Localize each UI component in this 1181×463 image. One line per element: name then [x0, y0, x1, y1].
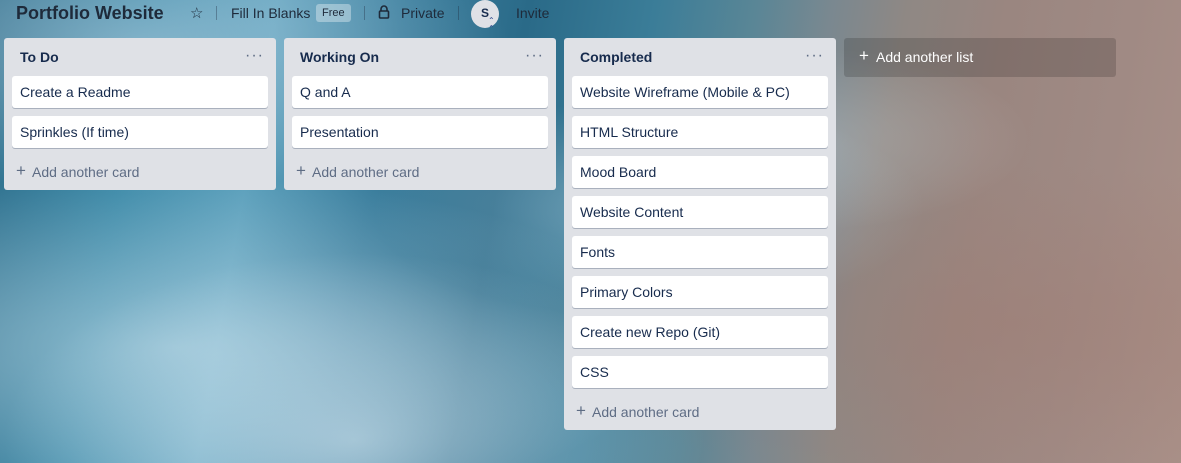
invite-button[interactable]: Invite [516, 5, 549, 21]
add-card-button[interactable]: + Add another card [4, 154, 276, 190]
card[interactable]: Create a Readme [12, 76, 268, 108]
list-title[interactable]: Completed [580, 49, 652, 65]
team-name[interactable]: Fill In Blanks [231, 5, 310, 21]
card[interactable]: Primary Colors [572, 276, 828, 308]
card-title: Sprinkles (If time) [20, 124, 129, 140]
board-header: Portfolio Website ☆ Fill In Blanks Free … [0, 0, 1181, 33]
card-title: CSS [580, 364, 609, 380]
list-title[interactable]: Working On [300, 49, 379, 65]
card-title: Fonts [580, 244, 616, 260]
avatar[interactable]: S [471, 0, 499, 28]
list-to-do: To Do ··· Create a Readme Sprinkles (If tim… [4, 38, 276, 190]
header-divider [458, 6, 459, 20]
list-title[interactable]: To Do [20, 49, 59, 65]
plus-icon: + [296, 161, 306, 180]
star-icon[interactable]: ☆ [190, 4, 203, 22]
more-icon[interactable]: ··· [245, 47, 264, 65]
card[interactable]: Q and A [292, 76, 548, 108]
card-title: HTML Structure [580, 124, 679, 140]
card[interactable]: HTML Structure [572, 116, 828, 148]
add-card-label: Add another card [592, 404, 700, 420]
add-list-button[interactable]: + Add another list [844, 38, 1116, 77]
card[interactable]: Website Content [572, 196, 828, 228]
list-header: Completed ··· [564, 38, 836, 76]
list-working-on: Working On ··· Q and A Presentation + Add ano… [284, 38, 556, 190]
header-divider [216, 6, 217, 20]
list-header: Working On ··· [284, 38, 556, 76]
add-card-button[interactable]: + Add another card [284, 154, 556, 190]
card[interactable]: Presentation [292, 116, 548, 148]
visibility-button[interactable]: Private [401, 5, 445, 21]
card-title: Presentation [300, 124, 379, 140]
header-divider [364, 6, 365, 20]
card[interactable]: Sprinkles (If time) [12, 116, 268, 148]
list-completed: Completed ··· Website Wireframe (Mobile & … [564, 38, 836, 430]
list-header: To Do ··· [4, 38, 276, 76]
card[interactable]: Mood Board [572, 156, 828, 188]
board-title[interactable]: Portfolio Website [16, 3, 164, 24]
add-list-label: Add another list [876, 49, 974, 65]
lock-icon [378, 5, 390, 19]
card-title: Create new Repo (Git) [580, 324, 721, 340]
plus-icon: + [16, 161, 26, 180]
more-icon[interactable]: ··· [805, 47, 824, 65]
add-card-button[interactable]: + Add another card [564, 394, 836, 430]
card[interactable]: Fonts [572, 236, 828, 268]
card-title: Website Content [580, 204, 684, 220]
card-title: Mood Board [580, 164, 657, 180]
more-icon[interactable]: ··· [525, 47, 544, 65]
card-title: Q and A [300, 84, 351, 100]
card-title: Website Wireframe (Mobile & PC) [580, 84, 790, 100]
card[interactable]: Create new Repo (Git) [572, 316, 828, 348]
plus-icon: + [576, 401, 586, 420]
card[interactable]: CSS [572, 356, 828, 388]
chevron-up-icon: ⌃ ⌃ [488, 16, 495, 33]
card-title: Primary Colors [580, 284, 673, 300]
card[interactable]: Website Wireframe (Mobile & PC) [572, 76, 828, 108]
team-plan-badge: Free [316, 4, 351, 22]
add-card-label: Add another card [312, 164, 420, 180]
add-card-label: Add another card [32, 164, 140, 180]
card-title: Create a Readme [20, 84, 131, 100]
plus-icon: + [859, 46, 869, 65]
